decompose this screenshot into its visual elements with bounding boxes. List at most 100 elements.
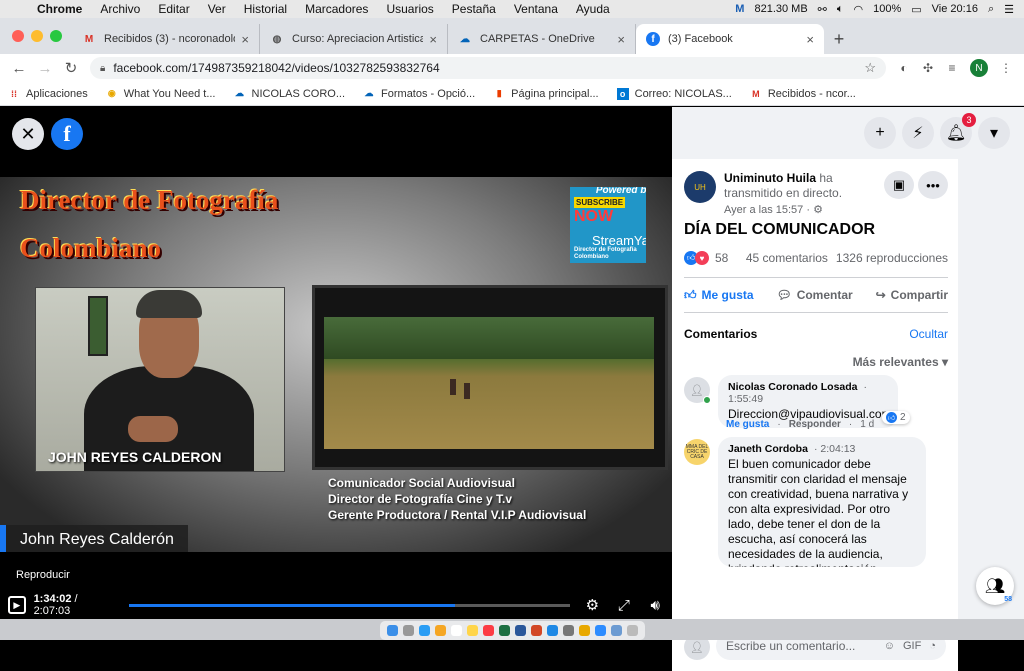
menu-marcadores[interactable]: Marcadores [296,2,377,16]
word-icon[interactable] [515,625,527,636]
facebook-logo[interactable]: f [51,118,83,150]
battery-icon[interactable]: ▭ [911,3,921,16]
comment-age[interactable]: 1 d [860,419,874,430]
tab-curso[interactable]: ◍ Curso: Apreciacion Artistica × [260,24,448,54]
menu-app-name[interactable]: Chrome [28,2,91,16]
contacts-button[interactable]: 👥︎ 58 [976,567,1014,605]
page-name[interactable]: Uniminuto Huila [724,171,816,185]
save-post-button[interactable]: ▣ [884,171,914,199]
post-date[interactable]: Ayer a las 15:57 · ⚙ [724,203,823,216]
menu-archivo[interactable]: Archivo [91,2,149,16]
chrome-dock-icon[interactable] [579,625,591,636]
commenter-avatar[interactable]: 👤︎ [684,377,711,404]
comment-author[interactable]: Janeth Cordoba [728,443,808,455]
play-button[interactable]: ▶ [8,596,26,614]
bookmark-recibidos[interactable]: M Recibidos - ncor... [750,88,856,100]
lock-icon[interactable]: 🔒︎ [100,63,105,74]
volume-icon[interactable]: 🔊︎ [647,597,664,614]
close-viewer-button[interactable]: ✕ [12,118,44,150]
clock[interactable]: Vie 20:16 [932,3,978,15]
comment-time[interactable]: 1:55:49 [728,393,763,405]
bookmark-correo[interactable]: o Correo: NICOLAS... [616,87,732,100]
create-button[interactable]: + [864,117,896,149]
extensions-puzzle-icon[interactable]: ✣ [916,61,940,75]
comment-timestamp[interactable]: · 2:04:13 [814,443,855,455]
account-menu-button[interactable]: ▾ [978,117,1010,149]
photos-icon[interactable] [434,625,446,636]
comment-reactions[interactable]: 👍︎ 2 [882,411,910,424]
comment-time[interactable]: 2:04:13 [820,443,855,455]
music-icon[interactable] [482,625,494,636]
menu-ver[interactable]: Ver [199,2,235,16]
calendar-icon[interactable] [450,625,462,636]
tab-onedrive[interactable]: ☁ CARPETAS - OneDrive × [448,24,636,54]
sort-dropdown[interactable]: Más relevantes ▾ [853,355,948,369]
wifi-icon[interactable]: ◠ [854,3,864,16]
video-frame[interactable]: Director de Fotografía Colombiano Powere… [0,177,672,552]
comment-author[interactable]: Nicolas Coronado Losada [728,381,858,393]
comment-text[interactable]: El buen comunicador debe transmitir con … [728,457,916,567]
back-arrow-icon[interactable]: ← [6,60,32,77]
volume-icon[interactable]: 🔈︎ [837,3,844,16]
tab-facebook[interactable]: f (3) Facebook × [636,24,824,54]
url-text[interactable]: facebook.com/174987359218042/videos/1032… [113,61,439,75]
reactions-count[interactable]: 58 [715,251,728,265]
notes-icon[interactable] [466,625,478,636]
post-options-button[interactable]: ••• [918,171,948,199]
commenter-avatar[interactable]: MMA DEL CRIC DE CASA [684,439,710,465]
downloads-icon[interactable] [611,625,623,636]
minimize-window-button[interactable] [31,30,43,42]
extension-circle-icon[interactable]: ◐ [892,61,916,75]
comment-reply-link[interactable]: Responder [789,419,841,430]
close-window-button[interactable] [12,30,24,42]
address-bar[interactable]: 🔒︎ facebook.com/174987359218042/videos/1… [90,57,886,79]
bookmark-pagina-principal[interactable]: ▮ Página principal... [493,88,599,100]
profile-avatar[interactable]: N [970,59,988,77]
menu-pestana[interactable]: Pestaña [443,2,505,16]
powerpoint-icon[interactable] [531,625,543,636]
link-icon[interactable]: ⚯ [818,3,827,16]
trash-icon[interactable] [627,625,639,636]
reload-icon[interactable]: ↻ [58,59,84,77]
fullscreen-icon[interactable]: ⤢ [615,597,632,614]
finder-icon[interactable] [386,625,398,636]
app-store-icon[interactable] [547,625,559,636]
menu-usuarios[interactable]: Usuarios [377,2,442,16]
spotlight-search-icon[interactable]: ⌕ [988,3,994,16]
excel-icon[interactable] [498,625,510,636]
tab-close-icon[interactable]: × [429,32,437,47]
launchpad-icon[interactable] [402,625,414,636]
bookmark-aplicaciones[interactable]: ⁞⁞ Aplicaciones [8,88,88,100]
gif-icon[interactable]: GIF [903,640,921,652]
like-button[interactable]: 👍︎ Me gusta [684,288,754,303]
comment-like-link[interactable]: Me gusta [726,419,769,430]
comments-count[interactable]: 45 comentarios [746,251,828,265]
tab-gmail[interactable]: M Recibidos (3) - ncoronadolo@ × [72,24,260,54]
bookmark-nicolas-coro[interactable]: ☁ NICOLAS CORO... [234,88,345,100]
settings-gear-icon[interactable]: ⚙ [584,596,601,614]
bookmark-what-you-need[interactable]: ◉ What You Need t... [106,88,216,100]
battery-percent[interactable]: 100% [873,3,901,15]
tab-close-icon[interactable]: × [617,32,625,47]
menu-ventana[interactable]: Ventana [505,2,567,16]
bookmark-star-icon[interactable]: ☆ [864,60,876,76]
zoom-icon[interactable] [595,625,607,636]
menu-ayuda[interactable]: Ayuda [567,2,619,16]
menu-historial[interactable]: Historial [235,2,296,16]
sticker-icon[interactable]: ◔ [929,640,936,652]
bookmark-formatos[interactable]: ☁ Formatos - Opció... [363,88,476,100]
tab-close-icon[interactable]: × [241,32,249,47]
messenger-button[interactable]: ⚡︎ [902,117,934,149]
progress-bar[interactable] [128,603,570,607]
new-tab-button[interactable]: + [824,24,854,54]
memory-readout[interactable]: 821.30 MB [754,3,807,15]
comment-button[interactable]: 💬︎ Comentar [776,288,852,302]
malwarebytes-icon[interactable]: M [735,3,744,15]
tab-close-icon[interactable]: × [806,32,814,47]
hide-comments-link[interactable]: Ocultar [909,327,948,341]
system-preferences-icon[interactable] [563,625,575,636]
chrome-menu-icon[interactable]: ⋮ [994,61,1018,75]
page-avatar[interactable]: UH [684,171,716,203]
control-center-icon[interactable]: ☰ [1004,3,1014,16]
reading-list-icon[interactable]: ≡ [940,61,964,75]
